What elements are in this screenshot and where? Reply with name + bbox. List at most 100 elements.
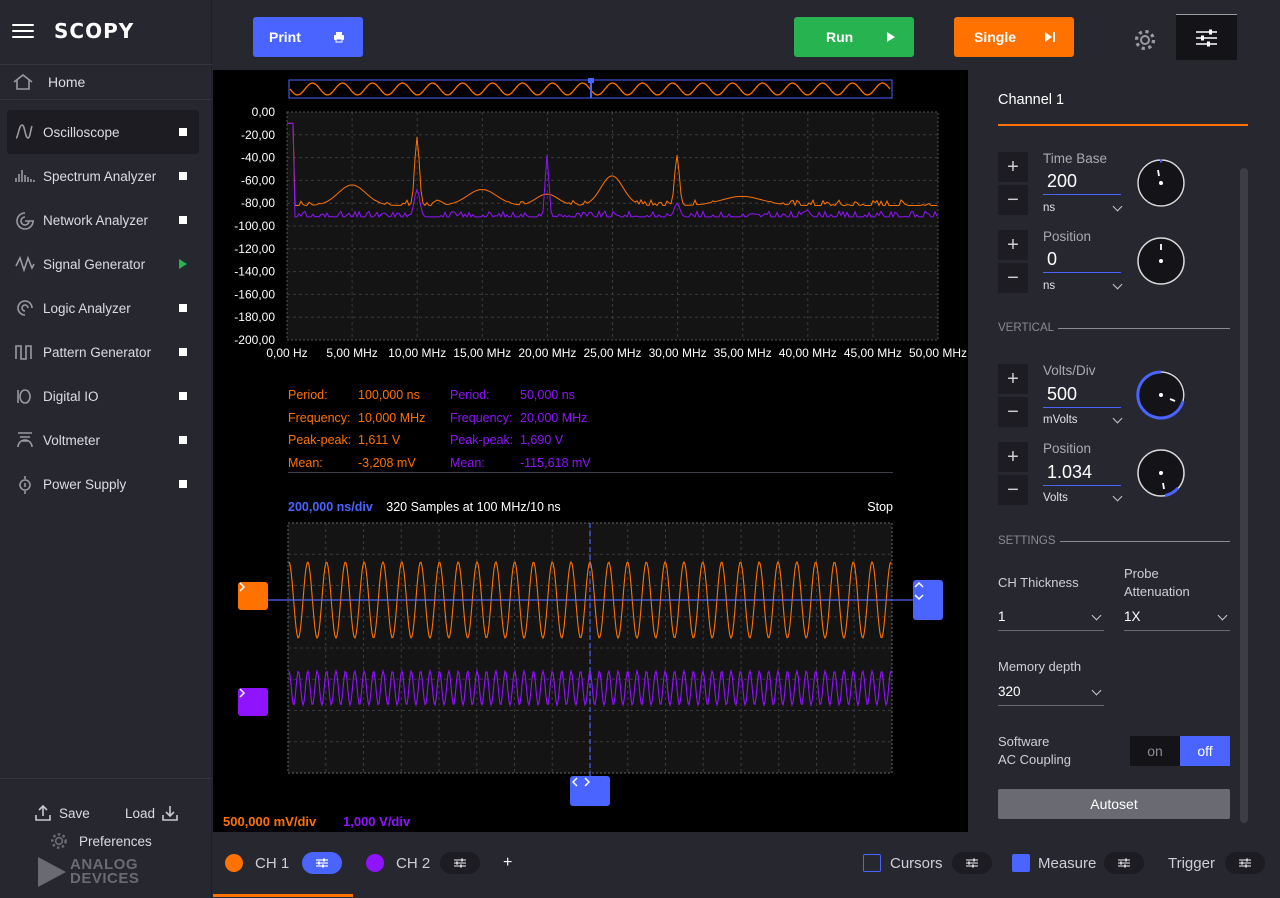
time-base-minus-button[interactable]: − xyxy=(998,185,1028,215)
channel-bar: CH 1 CH 2 + Cursors Measure Trigger xyxy=(213,832,1280,898)
chevron-left-right-icon xyxy=(571,777,591,787)
preferences-button[interactable]: Preferences xyxy=(49,831,152,851)
sidebar-item-label: Digital IO xyxy=(43,388,99,404)
home-item[interactable]: Home xyxy=(0,64,212,100)
sidebar-item-spectrum-analyzer[interactable]: Spectrum Analyzer xyxy=(7,154,199,198)
volts-div-knob[interactable] xyxy=(1136,370,1186,420)
h-position-knob[interactable] xyxy=(1136,236,1186,286)
cursors-toggle[interactable]: Cursors xyxy=(863,832,992,894)
spectrum-icon xyxy=(15,170,35,182)
time-base-input[interactable]: 200 xyxy=(1043,169,1121,195)
fft-y-tick-label: -40,00 xyxy=(241,151,275,165)
ac-coupling-on-option[interactable]: on xyxy=(1130,736,1180,766)
ch-thickness-select[interactable]: 1 xyxy=(998,603,1104,631)
ch1-measurement-row: Period: 100,000 ns xyxy=(288,388,425,411)
measurement-key: Mean: xyxy=(450,455,485,470)
ch2-color-dot[interactable] xyxy=(366,854,384,872)
ch2-tab[interactable]: CH 2 xyxy=(366,832,481,894)
time-base-plus-button[interactable]: + xyxy=(998,152,1028,182)
fft-y-tick-label: -180,00 xyxy=(234,310,275,324)
print-button[interactable]: Print xyxy=(253,17,363,57)
ch2-offset-handle[interactable] xyxy=(238,688,268,716)
memory-depth-select[interactable]: 320 xyxy=(998,678,1104,706)
sliders-icon xyxy=(965,858,978,868)
home-label: Home xyxy=(48,74,86,90)
h-position-plus-button[interactable]: + xyxy=(998,230,1028,260)
v-position-minus-button[interactable]: − xyxy=(998,475,1028,505)
analog-devices-logo: ANALOG DEVICES xyxy=(38,857,139,887)
trigger-settings-button[interactable] xyxy=(1224,852,1265,874)
volts-div-minus-button[interactable]: − xyxy=(998,397,1028,427)
sidebar-item-logic-analyzer[interactable]: Logic Analyzer xyxy=(7,286,199,330)
sidebar-item-signal-generator[interactable]: Signal Generator xyxy=(7,242,199,286)
trigger-toggle[interactable]: Trigger xyxy=(1168,832,1265,894)
h-position-minus-button[interactable]: − xyxy=(998,263,1028,293)
trigger-label: Trigger xyxy=(1168,854,1215,872)
hamburger-menu-icon[interactable] xyxy=(12,23,34,39)
trigger-level-handle[interactable] xyxy=(913,580,943,620)
volts-div-plus-button[interactable]: + xyxy=(998,364,1028,394)
general-settings-button[interactable] xyxy=(1176,14,1237,60)
single-button[interactable]: Single xyxy=(954,17,1074,57)
volts-div-input[interactable]: 500 xyxy=(1043,382,1121,408)
trigger-position-handle[interactable] xyxy=(570,776,610,806)
save-button[interactable]: Save xyxy=(34,804,90,822)
measure-toggle[interactable]: Measure xyxy=(1012,832,1145,894)
v-position-knob[interactable] xyxy=(1136,448,1186,498)
time-base-knob[interactable] xyxy=(1136,158,1186,208)
measurements-divider xyxy=(288,472,893,473)
play-icon xyxy=(887,32,895,42)
sidebar-item-label: Voltmeter xyxy=(43,432,101,448)
ch2-measurement-row: Mean: -115,618 mV xyxy=(450,456,591,479)
measurement-key: Peak-peak: xyxy=(288,433,352,447)
measurement-key: Period: xyxy=(288,388,328,402)
status-indicator xyxy=(179,348,187,356)
volts-div-unit-select[interactable]: mVolts xyxy=(1043,413,1123,426)
load-button[interactable]: Load xyxy=(125,804,179,822)
h-position-input[interactable]: 0 xyxy=(1043,247,1121,273)
ch2-measurement-row: Period: 50,000 ns xyxy=(450,388,591,411)
fft-x-tick-label: 20,00 MHz xyxy=(518,346,576,360)
sidebar-item-voltmeter[interactable]: Voltmeter xyxy=(7,418,199,462)
ch1-settings-button[interactable] xyxy=(302,852,343,874)
ch1-tab[interactable]: CH 1 xyxy=(225,832,343,894)
v-position-plus-button[interactable]: + xyxy=(998,442,1028,472)
ac-coupling-off-option[interactable]: off xyxy=(1180,736,1230,766)
settings-gear-icon[interactable] xyxy=(1133,28,1157,52)
sidebar-item-power-supply[interactable]: Power Supply xyxy=(7,462,199,506)
oscilloscope-icon xyxy=(15,124,33,139)
ch1-color-dot[interactable] xyxy=(225,854,243,872)
plot-area: 0,00 -20,00 -40,00 -60,00 -80,00 -100,00 -120,… xyxy=(213,70,968,832)
panel-scrollbar[interactable] xyxy=(1240,168,1248,823)
ac-coupling-toggle[interactable]: on off xyxy=(1130,736,1230,766)
h-position-unit-select[interactable]: ns xyxy=(1043,279,1123,292)
timebase-info: 200,000 ns/div 320 Samples at 100 MHz/10… xyxy=(288,500,893,514)
v-position-input[interactable]: 1.034 xyxy=(1043,460,1121,486)
ch1-offset-handle[interactable] xyxy=(238,582,268,610)
probe-attenuation-select[interactable]: 1X xyxy=(1124,603,1230,631)
cursors-settings-button[interactable] xyxy=(951,852,992,874)
v-position-unit-select[interactable]: Volts xyxy=(1043,491,1123,504)
sidebar-item-digital-io[interactable]: Digital IO xyxy=(7,374,199,418)
cursors-checkbox[interactable] xyxy=(863,854,881,872)
sliders-icon xyxy=(1238,858,1251,868)
print-label: Print xyxy=(269,29,301,45)
status-indicator xyxy=(179,392,187,400)
sidebar-item-oscilloscope[interactable]: Oscilloscope xyxy=(7,110,199,154)
ch2-measurement-row: Peak-peak: 1,690 V xyxy=(450,433,591,456)
autoset-button[interactable]: Autoset xyxy=(998,789,1230,819)
run-button[interactable]: Run xyxy=(794,17,914,57)
sidebar-item-pattern-generator[interactable]: Pattern Generator xyxy=(7,330,199,374)
measure-checkbox[interactable] xyxy=(1012,854,1030,872)
sliders-icon xyxy=(454,858,467,868)
time-base-unit-select[interactable]: ns xyxy=(1043,201,1123,214)
ch2-settings-button[interactable] xyxy=(440,852,481,874)
sidebar-item-label: Pattern Generator xyxy=(43,344,152,360)
cursors-label: Cursors xyxy=(890,854,943,872)
add-channel-button[interactable]: + xyxy=(503,832,512,894)
measure-settings-button[interactable] xyxy=(1104,852,1145,874)
sidebar-item-label: Power Supply xyxy=(43,476,127,492)
sidebar-item-network-analyzer[interactable]: Network Analyzer xyxy=(7,198,199,242)
signal-icon xyxy=(15,255,35,273)
measurement-value: 20,000 MHz xyxy=(520,410,588,425)
